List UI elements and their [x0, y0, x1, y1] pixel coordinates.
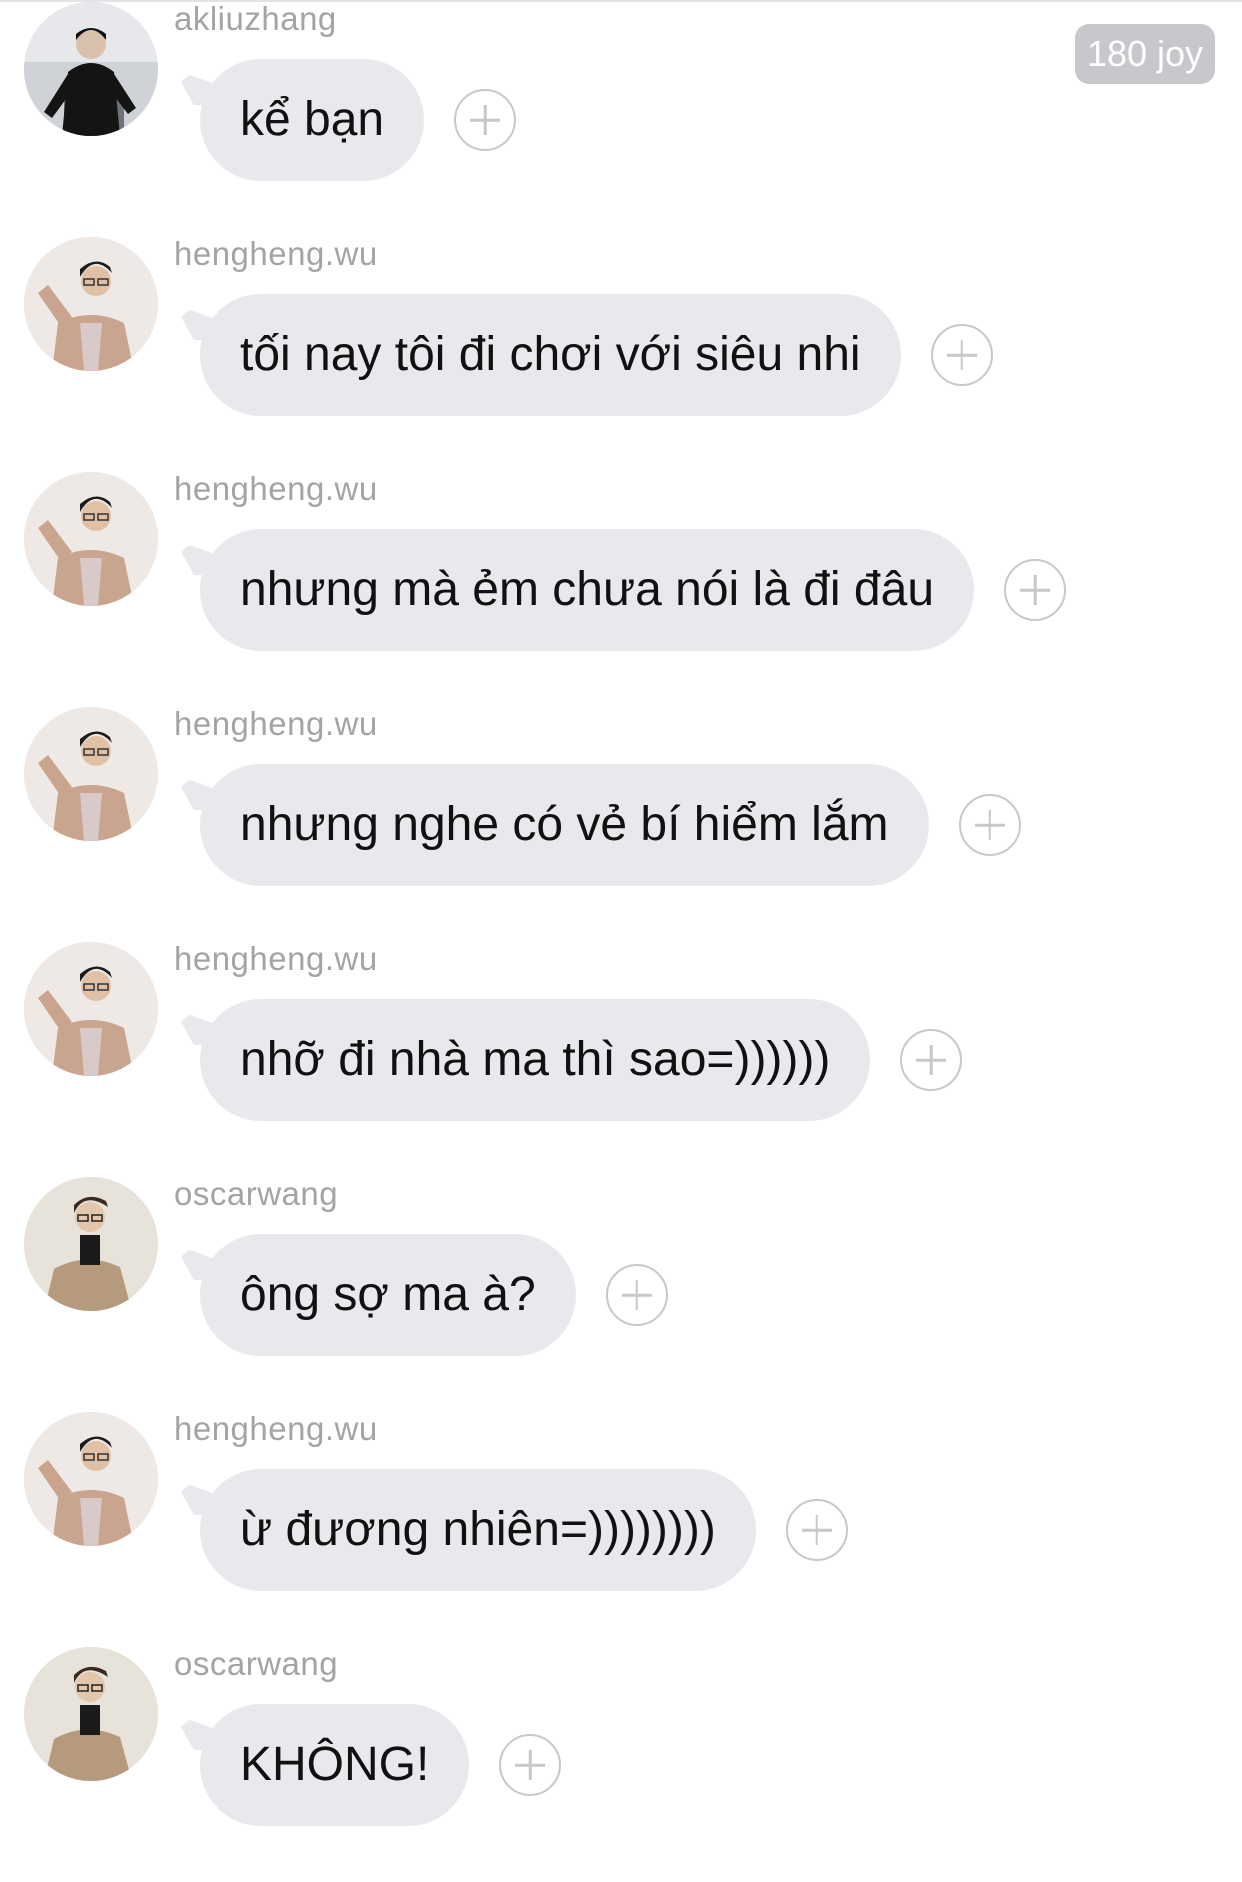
message-row: hengheng.wu nhưng nghe có vẻ bí hiểm lắm — [0, 705, 1242, 942]
bubble-tail — [174, 1009, 218, 1045]
message-text: ông sợ ma à? — [240, 1268, 536, 1321]
bubble-row: nhưng nghe có vẻ bí hiểm lắm — [174, 764, 1021, 886]
username[interactable]: oscarwang — [174, 1175, 338, 1213]
message-bubble[interactable]: nhưng mà ẻm chưa nói là đi đâu — [174, 529, 975, 651]
message-row: hengheng.wu ừ đương nhiên=)))))))) — [0, 1410, 1242, 1647]
bubble-tail — [174, 774, 218, 810]
message-bubble[interactable]: KHÔNG! — [174, 1704, 470, 1826]
message-text: ừ đương nhiên=)))))))) — [240, 1503, 716, 1556]
bubble-row: nhỡ đi nhà ma thì sao=)))))) — [174, 999, 963, 1121]
add-reaction-plus-icon[interactable] — [1004, 559, 1067, 621]
message-row: akliuzhang kể bạn — [0, 0, 1242, 237]
message-text: nhưng mà ẻm chưa nói là đi đâu — [240, 563, 935, 616]
bubble-tail — [174, 1714, 218, 1750]
bubble-tail — [174, 69, 218, 105]
avatar-hengheng[interactable] — [24, 942, 158, 1076]
bubble-row: ừ đương nhiên=)))))))) — [174, 1469, 848, 1591]
bubble-row: KHÔNG! — [174, 1704, 562, 1826]
avatar-hengheng[interactable] — [24, 472, 158, 606]
message-bubble[interactable]: ừ đương nhiên=)))))))) — [174, 1469, 756, 1591]
username[interactable]: hengheng.wu — [174, 705, 378, 743]
message-text: kể bạn — [240, 93, 385, 146]
message-bubble[interactable]: ông sợ ma à? — [174, 1234, 576, 1356]
message-row: hengheng.wu nhỡ đi nhà ma thì sao=)))))) — [0, 940, 1242, 1177]
add-reaction-plus-icon[interactable] — [930, 324, 993, 386]
username[interactable]: hengheng.wu — [174, 940, 378, 978]
bubble-tail — [174, 1479, 218, 1515]
bubble-row: tối nay tôi đi chơi với siêu nhi — [174, 294, 993, 416]
message-text: nhỡ đi nhà ma thì sao=)))))) — [240, 1033, 831, 1086]
message-text: tối nay tôi đi chơi với siêu nhi — [240, 328, 861, 381]
avatar-oscar[interactable] — [24, 1177, 158, 1311]
bubble-row: nhưng mà ẻm chưa nói là đi đâu — [174, 529, 1067, 651]
chat-list: akliuzhang kể bạn hengheng.wu tối nay tô… — [0, 0, 1242, 1837]
message-text: KHÔNG! — [240, 1738, 430, 1791]
message-bubble[interactable]: nhỡ đi nhà ma thì sao=)))))) — [174, 999, 871, 1121]
username[interactable]: hengheng.wu — [174, 235, 378, 273]
message-bubble[interactable]: tối nay tôi đi chơi với siêu nhi — [174, 294, 901, 416]
bubble-row: ông sợ ma à? — [174, 1234, 668, 1356]
add-reaction-plus-icon[interactable] — [454, 89, 517, 151]
message-bubble[interactable]: kể bạn — [174, 59, 425, 181]
avatar-oscar[interactable] — [24, 1647, 158, 1781]
message-bubble[interactable]: nhưng nghe có vẻ bí hiểm lắm — [174, 764, 929, 886]
joy-count-badge: 180 joy — [1075, 24, 1215, 84]
message-row: oscarwang KHÔNG! — [0, 1645, 1242, 1882]
username[interactable]: oscarwang — [174, 1645, 338, 1683]
add-reaction-plus-icon[interactable] — [900, 1029, 963, 1091]
message-row: hengheng.wu tối nay tôi đi chơi với siêu… — [0, 235, 1242, 472]
message-row: hengheng.wu nhưng mà ẻm chưa nói là đi đ… — [0, 470, 1242, 707]
bubble-tail — [174, 304, 218, 340]
username[interactable]: akliuzhang — [174, 0, 337, 38]
bubble-tail — [174, 1244, 218, 1280]
add-reaction-plus-icon[interactable] — [499, 1734, 562, 1796]
message-row: oscarwang ông sợ ma à? — [0, 1175, 1242, 1412]
username[interactable]: hengheng.wu — [174, 470, 378, 508]
avatar-hengheng[interactable] — [24, 237, 158, 371]
username[interactable]: hengheng.wu — [174, 1410, 378, 1448]
bubble-row: kể bạn — [174, 59, 517, 181]
avatar-hengheng[interactable] — [24, 707, 158, 841]
message-text: nhưng nghe có vẻ bí hiểm lắm — [240, 798, 889, 851]
avatar-akliuzhang[interactable] — [24, 2, 158, 136]
add-reaction-plus-icon[interactable] — [958, 794, 1021, 856]
bubble-tail — [174, 539, 218, 575]
add-reaction-plus-icon[interactable] — [785, 1499, 848, 1561]
add-reaction-plus-icon[interactable] — [605, 1264, 668, 1326]
avatar-hengheng[interactable] — [24, 1412, 158, 1546]
